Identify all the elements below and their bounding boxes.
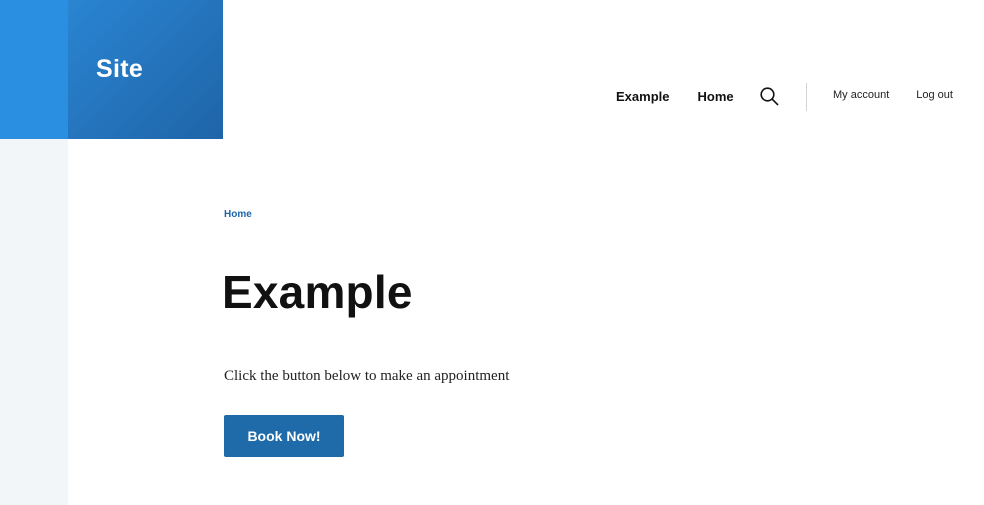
account-nav: My account Log out (833, 89, 953, 101)
my-account-link[interactable]: My account (833, 89, 889, 101)
main-nav: Example Home (616, 86, 780, 106)
nav-link-home[interactable]: Home (697, 89, 733, 104)
nav-link-example[interactable]: Example (616, 89, 669, 104)
nav-divider (806, 83, 807, 111)
log-out-link[interactable]: Log out (916, 89, 953, 101)
body-text: Click the button below to make an appoin… (224, 368, 510, 384)
gutter-top-accent (0, 0, 68, 139)
site-name: Site (96, 55, 144, 83)
breadcrumb-home[interactable]: Home (224, 209, 252, 220)
search-icon (760, 86, 779, 105)
page-title: Example (222, 266, 413, 318)
site-logo[interactable]: Site (68, 0, 223, 139)
book-now-button[interactable]: Book Now! (224, 415, 344, 457)
search-button[interactable] (760, 86, 780, 106)
